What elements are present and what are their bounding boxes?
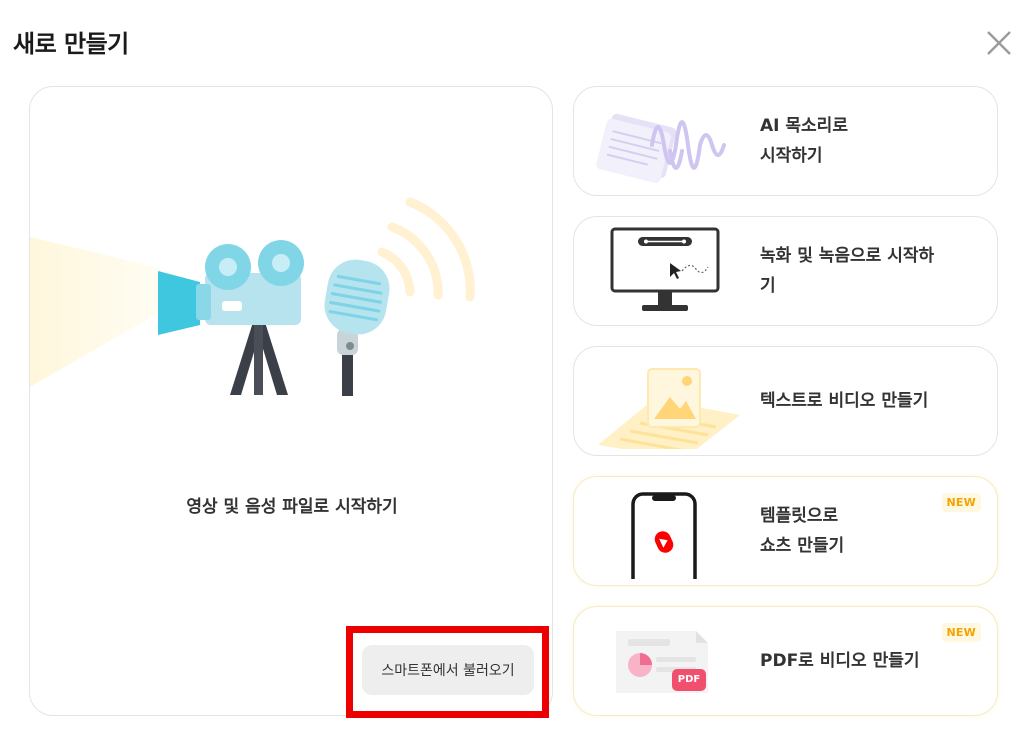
pdf-to-video-card[interactable]: PDF PDF로 비디오 만들기 NEW [573, 606, 998, 716]
text-to-video-icon [598, 368, 740, 449]
text-to-video-card[interactable]: 텍스트로 비디오 만들기 [573, 346, 998, 456]
new-badge: NEW [941, 493, 981, 512]
start-with-ai-voice-card[interactable]: AI 목소리로 시작하기 [573, 86, 998, 196]
start-with-media-file-card[interactable]: 영상 및 음성 파일로 시작하기 [29, 86, 553, 716]
text-to-video-label: 텍스트로 비디오 만들기 [760, 391, 929, 411]
pdf-tag-label: PDF [677, 674, 701, 685]
pdf-document-icon [616, 631, 708, 693]
ai-voice-waveform-icon [596, 113, 726, 183]
start-with-recording-card[interactable]: 녹화 및 녹음으로 시작하 기 [573, 216, 998, 326]
start-with-ai-voice-label: AI 목소리로 시작하기 [760, 116, 848, 166]
close-button[interactable] [982, 26, 1014, 60]
shorts-phone-icon [631, 492, 697, 579]
screen-recording-monitor-icon [610, 227, 720, 311]
import-from-smartphone-button[interactable]: 스마트폰에서 불러오기 [362, 645, 534, 695]
pdf-to-video-label: PDF로 비디오 만들기 [760, 651, 920, 671]
start-with-recording-label: 녹화 및 녹음으로 시작하 기 [760, 246, 935, 296]
close-icon [987, 31, 1011, 55]
start-with-media-file-label: 영상 및 음성 파일로 시작하기 [186, 497, 398, 517]
new-badge: NEW [941, 623, 981, 642]
shorts-from-template-label: 템플릿으로 쇼츠 만들기 [760, 506, 845, 556]
shorts-from-template-card[interactable]: 템플릿으로 쇼츠 만들기 NEW [573, 476, 998, 586]
dialog-title: 새로 만들기 [13, 30, 129, 58]
camera-and-microphone-icon [30, 197, 475, 396]
